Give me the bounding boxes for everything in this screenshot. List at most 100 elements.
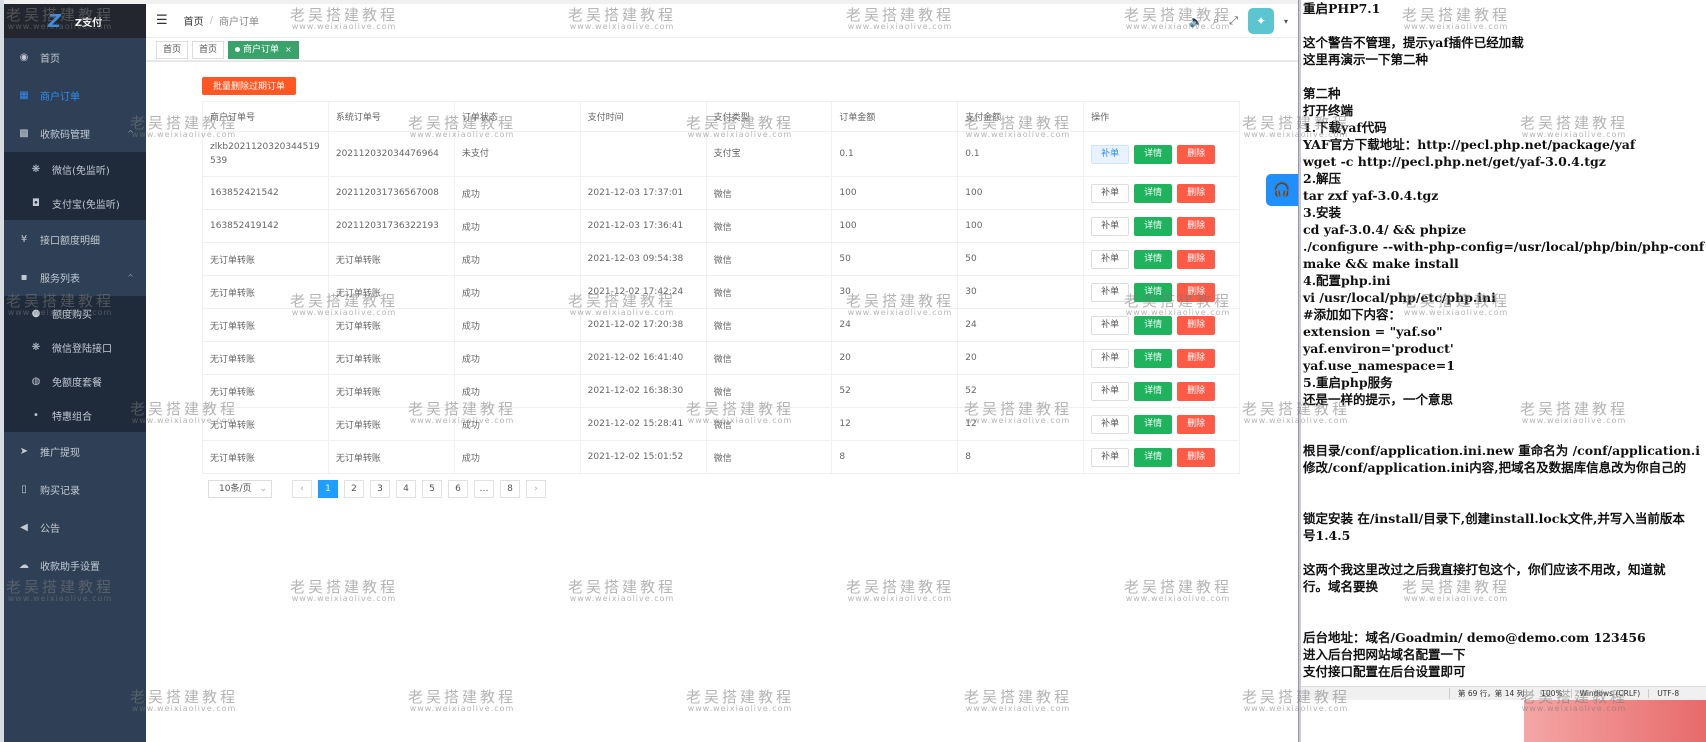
sidebar-item-6[interactable]: ▯ 购买记录 [4,470,146,508]
page-button[interactable]: 5 [422,480,442,498]
sidebar-subitem[interactable]: ❋ 微信登陆接口 [4,330,146,364]
prev-page-button[interactable]: ‹ [292,480,312,498]
next-page-button[interactable]: › [526,480,546,498]
sidebar-item-2[interactable]: ▩ 收款码管理 ^ [4,114,146,152]
chevron-down-icon[interactable]: ▾ [1284,17,1288,26]
sidebar-item-3[interactable]: ¥ 接口额度明细 [4,220,146,258]
phone-icon: ▯ [21,483,27,495]
sidebar-subitem[interactable]: ❋ 微信(免监听) [4,152,146,186]
text-editor[interactable]: 重启PHP7.1 这个警告不管理，提示yaf插件已经加载 这里再演示一下第二种 第二种… [1301,0,1706,686]
megaphone-icon: ◀ [20,521,28,533]
delete-button[interactable]: 删除 [1177,144,1216,164]
detail-button[interactable]: 详情 [1134,216,1173,236]
supplement-button[interactable]: 补单 [1091,249,1130,269]
supplement-button[interactable]: 补单 [1091,282,1130,302]
supplement-button[interactable]: 补单 [1091,348,1130,368]
cell-pay-time: 2021-12-03 17:37:01 [579,176,707,210]
customer-service-button[interactable]: 🎧 [1266,174,1298,206]
menu-toggle-icon[interactable]: ☰ [156,13,168,28]
cell-pay-time: 2021-12-03 09:54:38 [579,242,707,276]
sidebar-item-label: 接口额度明细 [40,235,100,247]
batch-delete-expired-button[interactable]: 批量删除过期订单 [202,77,297,95]
breadcrumb-home[interactable]: 首页 [184,13,204,28]
search-icon[interactable]: ⌕ [1213,14,1219,28]
supplement-button[interactable]: 补单 [1091,144,1130,164]
cell-paid-amount: 100 [957,176,1085,210]
delete-button[interactable]: 删除 [1177,216,1216,236]
cell-status: 成功 [453,341,581,375]
cell-paid-amount: 8 [957,440,1085,474]
sidebar-item-5[interactable]: ➤ 推广提现 [4,432,146,470]
cell-status: 成功 [453,176,581,210]
supplement-button[interactable]: 补单 [1091,447,1130,467]
sidebar-subitem[interactable]: ◍ 免额度套餐 [4,364,146,398]
close-icon[interactable]: × [285,45,292,54]
cell-system-order: 无订单转账 [327,308,455,342]
editor-line: 4.配置php.ini [1303,273,1391,288]
logo-icon: Z [47,10,61,32]
page-button[interactable]: 8 [500,480,520,498]
detail-button[interactable]: 详情 [1134,183,1173,203]
delete-button[interactable]: 删除 [1177,183,1216,203]
editor-line: 这里再演示一下第二种 [1303,52,1429,67]
page-size-select[interactable]: 10条/页 ⌄ [208,480,272,498]
tab-merchant-orders[interactable]: 商户订单 × [228,41,299,59]
detail-button[interactable]: 详情 [1134,315,1173,335]
delete-button[interactable]: 删除 [1177,282,1216,302]
detail-button[interactable]: 详情 [1134,282,1173,302]
page-button[interactable]: 6 [448,480,468,498]
sidebar-subitem[interactable]: • 特惠组合 [4,398,146,432]
detail-button[interactable]: 详情 [1134,144,1173,164]
coin-icon: ● [31,307,41,319]
editor-line: 第二种 [1303,86,1341,101]
fullscreen-icon[interactable]: ⤢ [1229,14,1238,28]
sidebar-subitem[interactable]: ◘ 支付宝(免监听) [4,186,146,220]
cell-merchant-order: 无订单转账 [202,341,329,375]
page-button[interactable]: 1 [318,480,338,498]
sidebar-subitem-label: 微信登陆接口 [52,343,112,355]
column-header: 支付类型 [705,101,833,132]
cell-pay-type: 微信 [705,242,833,276]
tab-home-2[interactable]: 首页 [192,41,225,59]
cell-actions: 补单 详情 删除 [1083,374,1240,408]
chevron-up-icon: ^ [127,272,134,282]
page-button[interactable]: 4 [396,480,416,498]
sidebar-subitem[interactable]: ● 额度购买 [4,296,146,330]
supplement-button[interactable]: 补单 [1091,381,1130,401]
delete-button[interactable]: 删除 [1177,414,1216,434]
detail-button[interactable]: 详情 [1134,249,1173,269]
sidebar-item-1[interactable]: ▦ 商户订单 [4,76,146,114]
supplement-button[interactable]: 补单 [1091,414,1130,434]
editor-line: 后台地址：域名/Goadmin/ demo@demo.com 123456 [1303,630,1646,645]
avatar[interactable]: ✦ [1247,8,1274,34]
yen-icon: ¥ [20,233,28,245]
sidebar-item-0[interactable]: ◉ 首页 [4,38,146,76]
page-button[interactable]: 3 [370,480,390,498]
table-row: 无订单转账 无订单转账 成功 2021-12-02 15:28:41 微信 12 12 补单详… [202,407,1240,441]
delete-button[interactable]: 删除 [1177,348,1216,368]
encoding: UTF-8 [1648,689,1687,698]
cell-merchant-order: 无订单转账 [202,275,329,309]
detail-button[interactable]: 详情 [1134,414,1173,434]
detail-button[interactable]: 详情 [1134,381,1173,401]
sidebar-item-label: 购买记录 [40,485,80,497]
supplement-button[interactable]: 补单 [1091,216,1130,236]
delete-button[interactable]: 删除 [1177,249,1216,269]
page-button[interactable]: 2 [344,480,364,498]
detail-button[interactable]: 详情 [1134,447,1173,467]
delete-button[interactable]: 删除 [1177,447,1216,467]
sidebar-item-8[interactable]: ☁ 收款助手设置 [4,546,146,584]
sidebar-item-4[interactable]: ▪ 服务列表 ^ [4,258,146,296]
detail-button[interactable]: 详情 [1134,348,1173,368]
delete-button[interactable]: 删除 [1177,315,1216,335]
sidebar-item-7[interactable]: ◀ 公告 [4,508,146,546]
supplement-button[interactable]: 补单 [1091,183,1130,203]
supplement-button[interactable]: 补单 [1091,315,1130,335]
delete-button[interactable]: 删除 [1177,381,1216,401]
editor-line: 进入后台把网站域名配置一下 [1303,647,1466,662]
page-button[interactable]: … [474,480,494,498]
notification-icon[interactable]: 🔈 [1189,15,1203,28]
tab-home-1[interactable]: 首页 [156,41,189,59]
